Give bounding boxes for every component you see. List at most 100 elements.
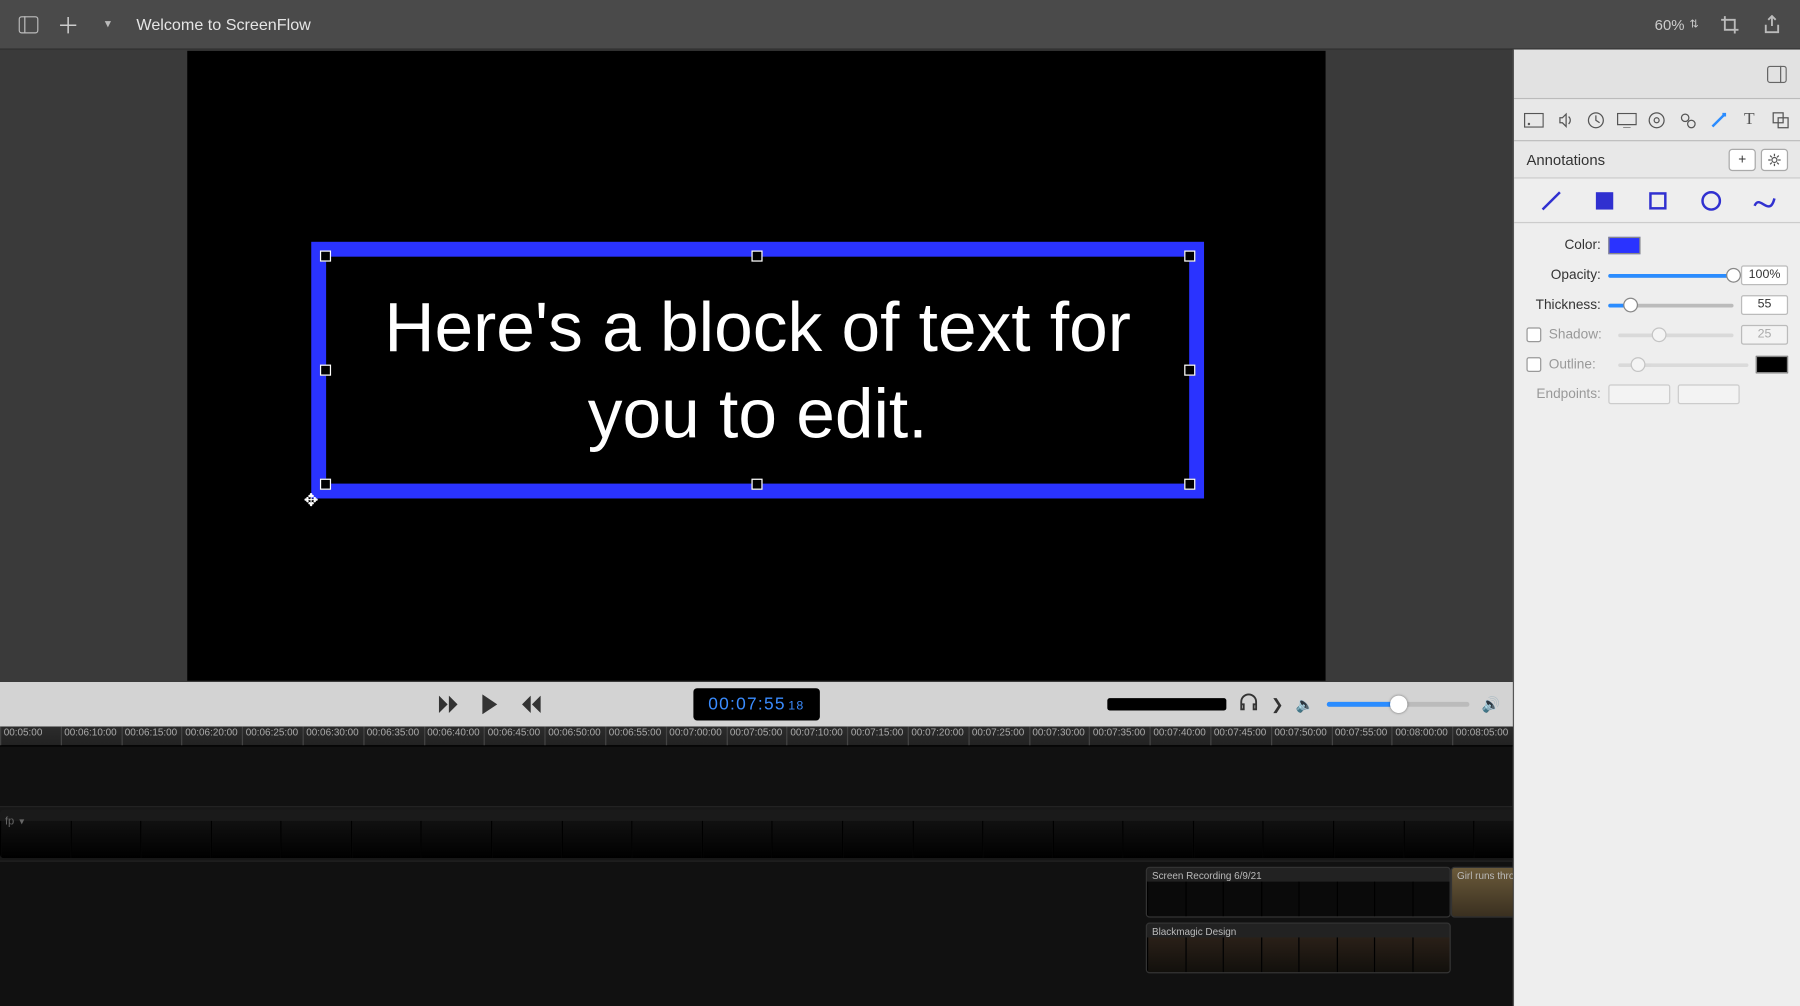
shape-circle[interactable] bbox=[1697, 187, 1724, 214]
timeline[interactable]: 00:05:0000:06:10:0000:06:15:0000:06:20:0… bbox=[0, 727, 1513, 1006]
headphones-icon[interactable] bbox=[1239, 693, 1259, 717]
ruler-tick[interactable]: 00:08:00:00 bbox=[1392, 727, 1453, 746]
shape-curve[interactable] bbox=[1750, 187, 1777, 214]
zoom-value: 60% bbox=[1655, 16, 1685, 33]
ruler-tick[interactable]: 00:08:05:00 bbox=[1452, 727, 1513, 746]
skip-back-button[interactable] bbox=[434, 691, 461, 718]
ruler-tick[interactable]: 00:06:35:00 bbox=[363, 727, 424, 746]
zoom-stepper-icon[interactable]: ⇅ bbox=[1689, 17, 1698, 31]
add-action-button[interactable]: + bbox=[1729, 148, 1756, 170]
resize-handle-se[interactable] bbox=[1184, 479, 1195, 490]
endpoint-end-select[interactable] bbox=[1678, 384, 1740, 404]
play-button[interactable] bbox=[476, 691, 503, 718]
resize-handle-sw[interactable] bbox=[320, 479, 331, 490]
opacity-slider[interactable] bbox=[1608, 273, 1733, 277]
thickness-slider[interactable] bbox=[1608, 303, 1733, 307]
tab-text[interactable]: T bbox=[1737, 107, 1762, 132]
add-button[interactable]: ＋ bbox=[57, 13, 79, 35]
resize-handle-n[interactable] bbox=[751, 250, 762, 261]
resize-handle-e[interactable] bbox=[1184, 364, 1195, 375]
tab-touch[interactable] bbox=[1675, 107, 1700, 132]
ruler-tick[interactable]: 00:07:50:00 bbox=[1271, 727, 1332, 746]
outline-slider[interactable] bbox=[1618, 363, 1748, 367]
prop-label: Thickness: bbox=[1526, 298, 1600, 313]
shape-rect[interactable] bbox=[1644, 187, 1671, 214]
resize-handle-w[interactable] bbox=[320, 364, 331, 375]
tab-callout[interactable] bbox=[1645, 107, 1670, 132]
ruler-tick[interactable]: 00:06:10:00 bbox=[61, 727, 122, 746]
zoom-level[interactable]: 60% ⇅ bbox=[1655, 16, 1699, 33]
preview-canvas[interactable]: Here's a block of text for you to edit. … bbox=[187, 51, 1325, 681]
resize-handle-nw[interactable] bbox=[320, 250, 331, 261]
annotation-rectangle[interactable]: Here's a block of text for you to edit. bbox=[311, 242, 1204, 499]
ruler-tick[interactable]: 00:07:35:00 bbox=[1089, 727, 1150, 746]
clip-screen-recording[interactable]: Screen Recording 6/9/21 bbox=[1146, 867, 1451, 918]
settings-gear-button[interactable] bbox=[1761, 148, 1788, 170]
ruler-tick[interactable]: 00:07:30:00 bbox=[1029, 727, 1090, 746]
ruler-tick[interactable]: 00:07:40:00 bbox=[1150, 727, 1211, 746]
volume-high-icon[interactable]: 🔊 bbox=[1482, 696, 1501, 713]
ruler-tick[interactable]: 00:06:50:00 bbox=[545, 727, 606, 746]
ruler-tick[interactable]: 00:06:40:00 bbox=[424, 727, 485, 746]
ruler-tick[interactable]: 00:06:15:00 bbox=[121, 727, 182, 746]
opacity-value[interactable]: 100% bbox=[1741, 265, 1788, 285]
thickness-value[interactable]: 55 bbox=[1741, 295, 1788, 315]
tab-motion[interactable] bbox=[1583, 107, 1608, 132]
ruler-tick[interactable]: 00:07:05:00 bbox=[726, 727, 787, 746]
timecode-display[interactable]: 00:07:5518 bbox=[693, 688, 819, 720]
inspector-tabs: T bbox=[1514, 99, 1800, 141]
prop-opacity-row: Opacity: 100% bbox=[1526, 260, 1788, 290]
clip-blackmagic[interactable]: Blackmagic Design bbox=[1146, 923, 1451, 974]
ruler-tick[interactable]: 00:07:25:00 bbox=[968, 727, 1029, 746]
tab-audio[interactable] bbox=[1553, 107, 1578, 132]
track-2[interactable]: Screen Recording 6/9/21 Girl runs throug… bbox=[0, 864, 1513, 920]
clip-main-video[interactable] bbox=[0, 810, 1513, 858]
outline-checkbox[interactable] bbox=[1526, 357, 1541, 372]
skip-forward-button[interactable] bbox=[518, 691, 545, 718]
color-swatch[interactable] bbox=[1608, 237, 1640, 254]
sidebar-toggle-icon[interactable] bbox=[17, 13, 39, 35]
tab-screen[interactable] bbox=[1614, 107, 1639, 132]
share-icon[interactable] bbox=[1761, 13, 1783, 35]
outline-color-swatch[interactable] bbox=[1756, 356, 1788, 373]
ruler-tick[interactable]: 00:06:30:00 bbox=[303, 727, 364, 746]
ruler-tick[interactable]: 00:06:20:00 bbox=[182, 727, 243, 746]
ruler-tick[interactable]: 00:07:55:00 bbox=[1331, 727, 1392, 746]
resize-handle-s[interactable] bbox=[751, 479, 762, 490]
endpoint-start-select[interactable] bbox=[1608, 384, 1670, 404]
volume-low-icon[interactable]: 🔈 bbox=[1296, 696, 1315, 713]
shape-line[interactable] bbox=[1537, 187, 1564, 214]
ruler-tick[interactable]: 00:07:15:00 bbox=[847, 727, 908, 746]
ruler-tick[interactable]: 00:06:25:00 bbox=[242, 727, 303, 746]
inspector-panel: T Annotations + bbox=[1513, 50, 1800, 1006]
track-3[interactable]: Blackmagic Design bbox=[0, 920, 1513, 976]
prop-shadow-row: Shadow: 25 bbox=[1526, 320, 1788, 350]
ruler-tick[interactable]: 00:07:20:00 bbox=[908, 727, 969, 746]
track-header[interactable]: fp ▾ bbox=[5, 815, 24, 827]
ruler-tick[interactable]: 00:07:10:00 bbox=[787, 727, 848, 746]
ruler-tick[interactable]: 00:06:45:00 bbox=[484, 727, 545, 746]
next-icon[interactable]: ❯ bbox=[1271, 696, 1283, 713]
crop-icon[interactable] bbox=[1719, 13, 1741, 35]
prop-label: Opacity: bbox=[1526, 268, 1600, 283]
add-menu-chevron-icon[interactable]: ▾ bbox=[97, 13, 119, 35]
shadow-checkbox[interactable] bbox=[1526, 327, 1541, 342]
ruler-tick[interactable]: 00:07:00:00 bbox=[666, 727, 727, 746]
volume-slider[interactable] bbox=[1327, 702, 1470, 707]
timeline-ruler[interactable]: 00:05:0000:06:10:0000:06:15:0000:06:20:0… bbox=[0, 727, 1513, 747]
ruler-tick[interactable]: 00:06:55:00 bbox=[605, 727, 666, 746]
clip-girl-runs[interactable]: Girl runs through the park in the bbox=[1451, 867, 1513, 918]
tab-annotations[interactable] bbox=[1706, 107, 1731, 132]
track-1[interactable] bbox=[0, 806, 1513, 862]
clip-label: Girl runs through the park in the bbox=[1457, 870, 1513, 881]
shape-filled-rect[interactable] bbox=[1590, 187, 1617, 214]
resize-handle-ne[interactable] bbox=[1184, 250, 1195, 261]
document-title: Welcome to ScreenFlow bbox=[136, 15, 310, 34]
ruler-tick[interactable]: 00:07:45:00 bbox=[1210, 727, 1271, 746]
shadow-value: 25 bbox=[1741, 325, 1788, 345]
shadow-slider[interactable] bbox=[1618, 333, 1733, 337]
tab-video[interactable] bbox=[1522, 107, 1547, 132]
ruler-tick[interactable]: 00:05:00 bbox=[0, 727, 61, 746]
panel-toggle-icon[interactable] bbox=[1766, 63, 1788, 85]
tab-media[interactable] bbox=[1768, 107, 1793, 132]
